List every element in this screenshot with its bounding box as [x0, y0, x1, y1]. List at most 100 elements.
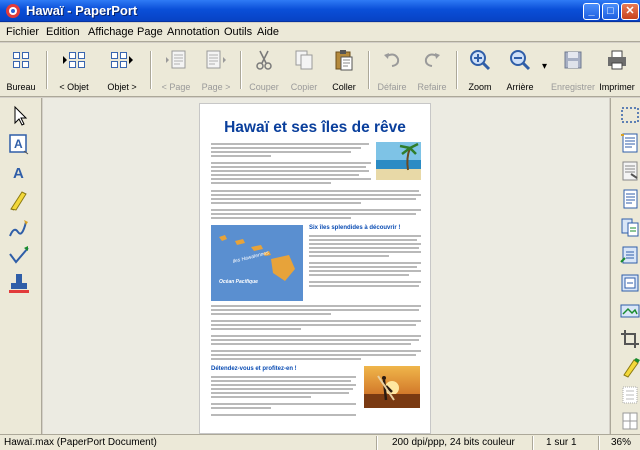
print-button[interactable]: Imprimer [596, 47, 638, 93]
desktop-icon [13, 52, 29, 68]
menu-bar: Fichier Edition Affichage Page Annotatio… [0, 23, 640, 42]
menu-affichage[interactable]: Affichage [88, 26, 134, 38]
line-tool-icon[interactable] [6, 244, 32, 268]
document-page[interactable]: Hawaï et ses îles de rêve Iles Hawaïenne… [199, 103, 431, 434]
highlighter-tool-icon[interactable] [6, 188, 32, 212]
text-line [211, 358, 361, 360]
undo-icon [384, 53, 400, 67]
text-line [309, 270, 421, 272]
enhance-image-icon[interactable] [619, 272, 640, 294]
text-line [309, 274, 409, 276]
photo-tools-icon[interactable] [619, 300, 640, 322]
menu-outils[interactable]: Outils [224, 26, 252, 38]
status-divider [532, 436, 533, 450]
paperport-app-icon [6, 4, 20, 18]
layout-icon[interactable] [619, 410, 640, 432]
toolbar-separator [240, 51, 241, 89]
redo-button[interactable]: Refaire [412, 47, 452, 93]
pointer-tool-icon[interactable] [6, 104, 32, 128]
text-line [211, 384, 356, 386]
next-object-button[interactable]: Objet > [100, 47, 144, 93]
zoom-in-icon [470, 50, 491, 71]
marker-icon[interactable] [619, 356, 640, 378]
document-properties-icon[interactable] [619, 160, 640, 182]
status-bar: Hawaï.max (PaperPort Document) 200 dpi/p… [0, 434, 640, 450]
toolbar-separator [456, 51, 457, 89]
text-tool-icon[interactable]: A [6, 160, 32, 184]
text-line [211, 403, 356, 405]
menu-annotation[interactable]: Annotation [167, 26, 220, 38]
text-line [211, 151, 351, 153]
paste-icon [335, 50, 353, 71]
menu-fichier[interactable]: Fichier [6, 26, 39, 38]
status-divider [376, 436, 377, 450]
document-title: Hawaï et ses îles de rêve [224, 119, 406, 136]
text-line [211, 217, 351, 219]
beach-photo [376, 142, 421, 180]
copy-icon [295, 50, 313, 70]
svg-text:A: A [14, 137, 23, 151]
stamp-tool-icon[interactable] [6, 272, 32, 296]
section-heading: Détendez-vous et profitez-en ! [211, 366, 297, 372]
close-button[interactable]: ✕ [621, 3, 639, 20]
svg-text:A: A [13, 165, 24, 182]
text-line [211, 162, 371, 164]
save-icon [564, 51, 582, 69]
maximize-button[interactable]: □ [602, 3, 619, 20]
text-box-tool-icon[interactable]: A [6, 132, 32, 156]
text-line [211, 350, 421, 352]
menu-edition[interactable]: Edition [46, 26, 80, 38]
page-thumbnails-icon[interactable] [619, 132, 640, 154]
surfer-photo [364, 366, 420, 408]
text-line [211, 320, 421, 322]
minimize-button[interactable]: _ [583, 3, 600, 20]
status-zoom: 36% [611, 437, 632, 448]
zoom-dropdown-arrow[interactable]: ▾ [542, 61, 547, 72]
grid-icon[interactable] [619, 384, 640, 406]
text-line [309, 243, 421, 245]
text-line [309, 281, 421, 283]
text-line [211, 354, 416, 356]
menu-aide[interactable]: Aide [257, 26, 279, 38]
undo-button[interactable]: Défaire [372, 47, 412, 93]
text-line [211, 178, 371, 180]
select-area-icon[interactable] [619, 104, 640, 126]
cut-label: Couper [249, 82, 279, 92]
title-bar[interactable]: Hawaï - PaperPort _ □ ✕ [0, 0, 640, 22]
status-page: 1 sur 1 [546, 437, 577, 448]
text-line [211, 335, 421, 337]
undo-label: Défaire [377, 82, 407, 92]
next-page-button[interactable]: Page > [196, 47, 236, 93]
desktop-label: Bureau [6, 82, 36, 92]
text-line [211, 213, 416, 215]
desktop-button[interactable]: Bureau [2, 47, 40, 93]
window-title: Hawaï - PaperPort [26, 3, 138, 18]
text-line [211, 324, 416, 326]
freehand-pen-tool-icon[interactable] [6, 216, 32, 240]
cut-button[interactable]: Couper [244, 47, 284, 93]
crop-icon[interactable] [619, 328, 640, 350]
previous-page-button[interactable]: < Page [156, 47, 196, 93]
previous-page-label: < Page [161, 82, 191, 92]
next-page-label: Page > [201, 82, 231, 92]
zoom-out-button[interactable]: Arrière [500, 47, 540, 93]
text-line [211, 396, 311, 398]
paste-button[interactable]: Coller [324, 47, 364, 93]
text-line [211, 328, 301, 330]
copy-label: Copier [290, 82, 318, 92]
copy-button[interactable]: Copier [284, 47, 324, 93]
text-line [211, 209, 421, 211]
print-icon [608, 50, 626, 70]
text-line [211, 155, 271, 157]
previous-object-button[interactable]: < Objet [52, 47, 96, 93]
text-line [211, 170, 369, 172]
text-line [211, 166, 366, 168]
zoom-button[interactable]: Zoom [460, 47, 500, 93]
redo-icon [424, 53, 440, 67]
page-view-icon[interactable] [619, 188, 640, 210]
page-split-icon[interactable] [619, 216, 640, 238]
save-button[interactable]: Enregistrer [550, 47, 596, 93]
text-line [211, 376, 356, 378]
rotate-page-icon[interactable] [619, 244, 640, 266]
menu-page[interactable]: Page [137, 26, 163, 38]
